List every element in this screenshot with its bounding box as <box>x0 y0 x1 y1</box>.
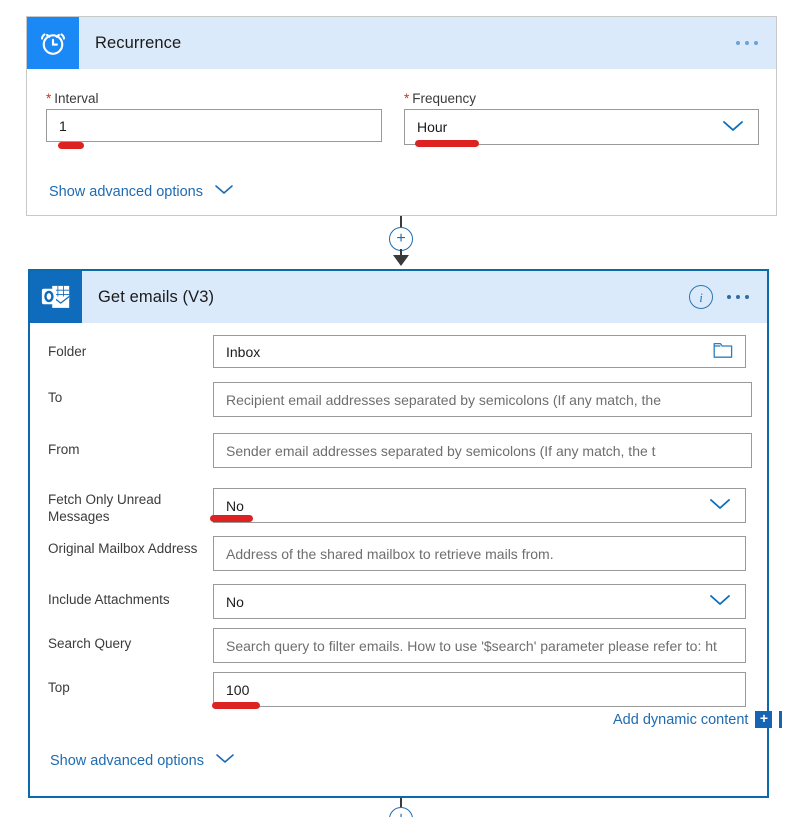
required-marker-frequency: * <box>404 91 410 106</box>
original-mailbox-address-label: Original Mailbox Address <box>48 541 198 556</box>
get-emails-card[interactable]: Get emails (V3) i Folder Inbox To Recipi… <box>28 269 783 798</box>
interval-input[interactable]: 1 <box>46 109 382 142</box>
chevron-down-icon[interactable] <box>707 496 733 515</box>
search-query-placeholder: Search query to filter emails. How to us… <box>226 637 717 654</box>
plus-square-icon[interactable]: + <box>755 711 773 728</box>
from-input[interactable]: Sender email addresses separated by semi… <box>213 433 752 468</box>
annotation-underline-top <box>212 702 260 709</box>
top-value: 100 <box>226 681 250 698</box>
outlook-icon <box>30 271 82 323</box>
folder-input[interactable]: Inbox <box>213 335 746 368</box>
add-dynamic-content-accent <box>779 711 783 728</box>
flow-connector-2: + <box>381 798 421 817</box>
chevron-down-icon[interactable] <box>720 118 746 137</box>
arrow-down-icon <box>393 255 409 266</box>
required-marker-interval: * <box>46 91 52 106</box>
get-emails-show-advanced-options-row[interactable]: Show advanced options <box>50 752 236 770</box>
to-placeholder: Recipient email addresses separated by s… <box>226 391 661 408</box>
original-mailbox-address-input[interactable]: Address of the shared mailbox to retriev… <box>213 536 746 571</box>
recurrence-show-advanced-options-label: Show advanced options <box>49 184 203 200</box>
recurrence-show-advanced-options[interactable]: Show advanced options <box>49 183 235 201</box>
frequency-label: * Frequency <box>404 91 477 106</box>
to-input[interactable]: Recipient email addresses separated by s… <box>213 382 752 417</box>
top-label: Top <box>48 680 70 695</box>
add-step-icon[interactable]: + <box>389 227 413 251</box>
chevron-down-icon[interactable] <box>213 183 235 201</box>
folder-value: Inbox <box>226 343 261 360</box>
recurrence-card-title: Recurrence <box>95 33 182 52</box>
annotation-underline-fetch-only-unread <box>210 515 253 522</box>
get-emails-show-advanced-options-label: Show advanced options <box>50 753 204 769</box>
search-query-input[interactable]: Search query to filter emails. How to us… <box>213 628 746 663</box>
include-attachments-value: No <box>226 593 244 610</box>
from-label: From <box>48 442 80 457</box>
interval-value: 1 <box>59 117 67 134</box>
get-emails-card-header[interactable]: Get emails (V3) i <box>30 271 767 323</box>
to-label: To <box>48 390 63 405</box>
connector-line-top <box>400 216 402 227</box>
recurrence-header-actions <box>736 41 776 45</box>
recurrence-card-header[interactable]: Recurrence <box>27 17 776 69</box>
add-dynamic-content-label: Add dynamic content <box>613 711 749 728</box>
get-emails-card-title: Get emails (V3) <box>98 287 215 306</box>
recurrence-card[interactable]: Recurrence * Interval 1 * Frequency Hour… <box>26 16 777 216</box>
connector-line-top <box>400 798 402 807</box>
frequency-value: Hour <box>417 119 448 135</box>
fetch-only-unread-dropdown[interactable]: No <box>213 488 746 523</box>
alarm-clock-icon <box>27 17 79 69</box>
flow-connector-1: + <box>381 216 421 266</box>
include-attachments-label: Include Attachments <box>48 592 170 607</box>
folder-icon[interactable] <box>713 342 733 362</box>
search-query-label: Search Query <box>48 636 132 651</box>
add-step-icon[interactable]: + <box>389 807 413 817</box>
top-input[interactable]: 100 <box>213 672 746 707</box>
info-icon[interactable]: i <box>689 285 713 309</box>
recurrence-menu-ellipsis-icon[interactable] <box>736 41 758 45</box>
flow-designer-canvas: Recurrence * Interval 1 * Frequency Hour… <box>0 0 795 817</box>
fetch-only-unread-label: Fetch Only Unread Messages <box>48 492 162 524</box>
get-emails-header-actions: i <box>689 285 767 309</box>
original-mailbox-address-placeholder: Address of the shared mailbox to retriev… <box>226 545 554 562</box>
get-emails-menu-ellipsis-icon[interactable] <box>727 295 749 299</box>
add-dynamic-content-button[interactable]: Add dynamic content + <box>613 711 783 728</box>
annotation-underline-interval <box>58 142 84 149</box>
interval-label: * Interval <box>46 91 99 106</box>
chevron-down-icon[interactable] <box>214 752 236 770</box>
folder-label: Folder <box>48 344 87 359</box>
chevron-down-icon[interactable] <box>707 592 733 611</box>
from-placeholder: Sender email addresses separated by semi… <box>226 442 656 459</box>
annotation-underline-frequency <box>415 140 479 147</box>
include-attachments-dropdown[interactable]: No <box>213 584 746 619</box>
fetch-only-unread-value: No <box>226 497 244 514</box>
